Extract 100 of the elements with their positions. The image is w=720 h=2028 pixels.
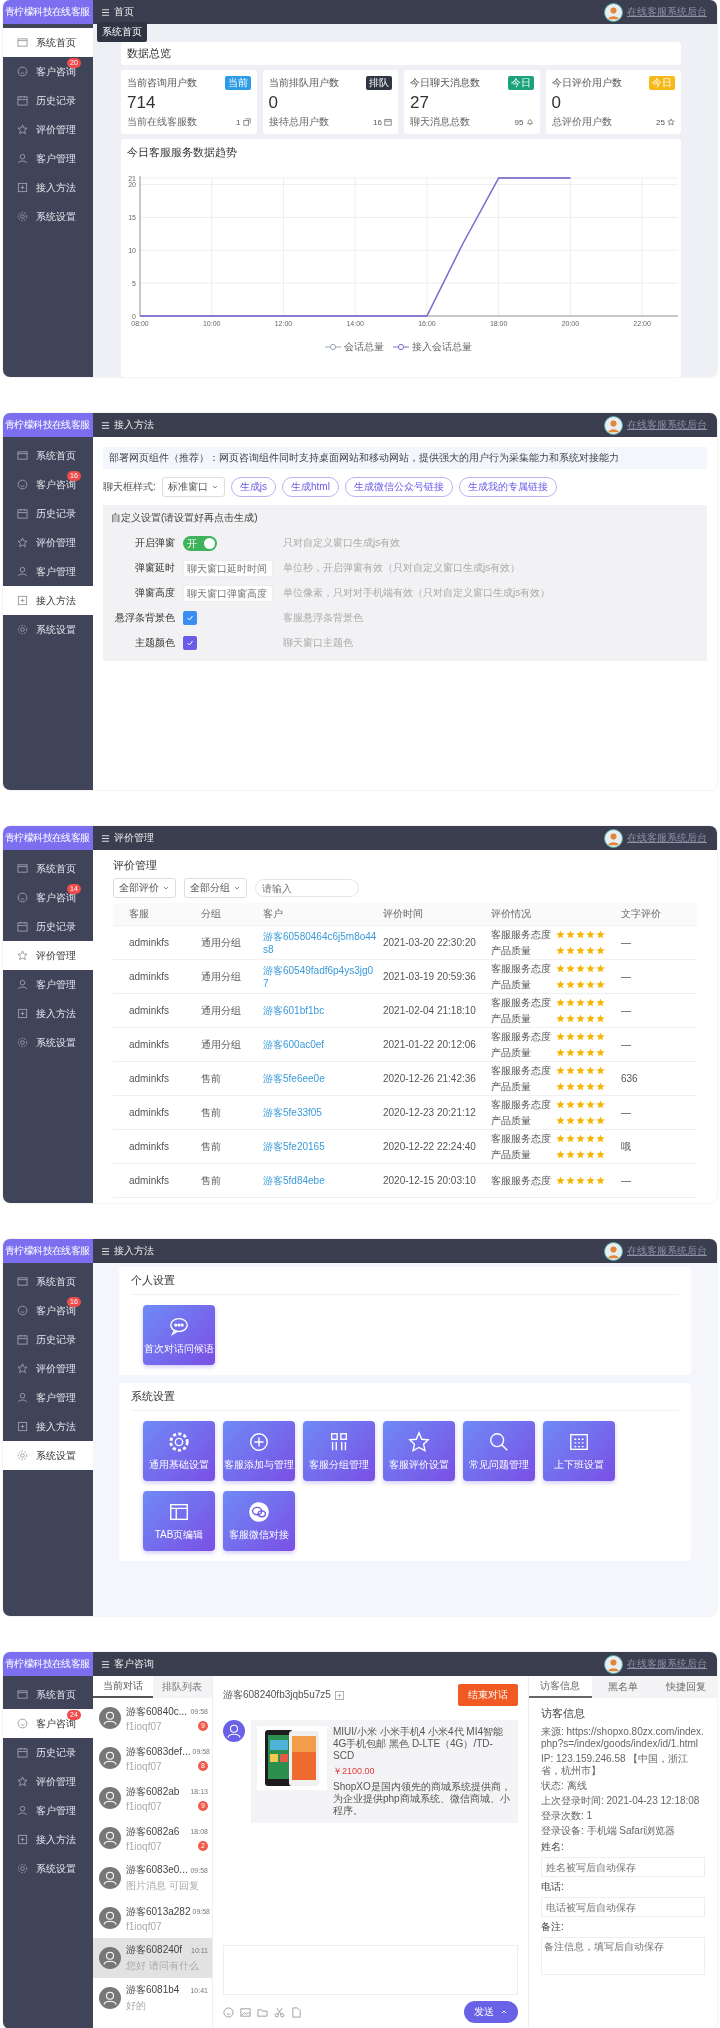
app-title: 青柠檬科技在线客服 xyxy=(3,0,93,24)
stat-value: 714 xyxy=(127,93,157,113)
table-cell-text: 售前 xyxy=(201,1139,222,1154)
info-line: 登录设备: 手机端 Safari浏览器 xyxy=(541,1825,677,1837)
table-cell-text: 2021-03-20 22:30:20 xyxy=(383,937,477,948)
visitor-name: 游客6081b4 xyxy=(126,1983,180,1997)
stat-footer-value: 25 xyxy=(656,117,665,127)
table-cell-text: — xyxy=(621,971,632,982)
section-title: 系统设置 xyxy=(131,1389,679,1411)
info-line: 登录次数: 1 xyxy=(541,1810,594,1822)
field-label: 主题颜色 xyxy=(134,636,175,650)
rating-label: 客服服务态度 xyxy=(491,995,552,1010)
field-label: 姓名: xyxy=(541,1840,565,1854)
table-cell-text: — xyxy=(621,1107,632,1118)
legend-label: 会话总量 xyxy=(343,340,384,354)
stat-value: 0 xyxy=(551,93,562,113)
info-line: 来源: https://shopxo.80zx.com/index.php?s=/index/goods/index/id/1.html xyxy=(541,1726,705,1750)
stat-tag: 今日 xyxy=(507,76,534,90)
table-cell-text: 通用分组 xyxy=(201,969,242,984)
field-label: 电话: xyxy=(541,1880,565,1894)
stat-footer-label: 接待总用户数 xyxy=(268,115,329,129)
column-header: 文字评价 xyxy=(621,907,662,921)
table-cell-text: — xyxy=(621,1005,632,1016)
rating-label: 产品质量 xyxy=(491,977,532,992)
rating-label: 产品质量 xyxy=(491,1045,532,1060)
page-title: 评价管理 xyxy=(113,858,158,873)
product-title: MIUI/小米 小米手机4 小米4代 MI4智能4G手机包邮 黑色 D-LTE（4G）/TD-SCD xyxy=(333,1726,504,1762)
stat-value: 27 xyxy=(410,93,430,113)
app-title: 青柠檬科技在线客服 xyxy=(3,826,93,850)
rating-label: 产品质量 xyxy=(491,1147,532,1162)
table-cell-text: adminkfs xyxy=(129,1073,170,1084)
panel-title: 自定义设置(请设置好再点击生成) xyxy=(111,511,259,525)
message-preview: f1ioqf07 xyxy=(126,1720,162,1732)
table-cell-text: 通用分组 xyxy=(201,1037,242,1052)
section-title: 个人设置 xyxy=(131,1273,679,1295)
table-cell-text: 2020-12-15 20:03:10 xyxy=(383,1175,477,1186)
column-header: 客服 xyxy=(129,907,150,921)
table-cell-text: adminkfs xyxy=(129,1107,170,1118)
visitor-name: 游客60840c... xyxy=(126,1704,188,1719)
field-label: 开启弹窗 xyxy=(134,536,175,550)
section-title: 数据总览 xyxy=(121,42,681,65)
breadcrumb: 评价管理 xyxy=(114,831,154,845)
stat-label: 当前咨询用户数 xyxy=(127,76,197,90)
info-line: 状态: 离线 xyxy=(541,1780,588,1792)
section-title: 访客信息 xyxy=(541,1706,586,1721)
message-preview: f1ioqf07 xyxy=(126,1800,162,1812)
field-label: 备注: xyxy=(541,1920,565,1934)
stat-footer-label: 聊天消息总数 xyxy=(410,115,470,129)
table-cell-text: 通用分组 xyxy=(201,935,242,950)
stat-label: 今日评价用户数 xyxy=(551,76,622,90)
rating-label: 产品质量 xyxy=(491,1113,532,1128)
stat-label: 今日聊天消息数 xyxy=(410,76,480,90)
column-header: 评价时间 xyxy=(383,907,424,921)
notice-text: 部署网页组件（推荐）：网页咨询组件同时支持桌面网站和移动网站，提供强大的用户行为采集能力和系统对接能力 xyxy=(103,447,707,469)
table-cell-text: 2020-12-22 22:24:40 xyxy=(383,1141,477,1152)
visitor-name: 游客6083def... xyxy=(126,1744,191,1759)
table-cell-text: — xyxy=(621,937,632,948)
table-cell-text: 通用分组 xyxy=(201,1003,242,1018)
message-preview: 好的 xyxy=(126,1999,146,2013)
visitor-name: 游客6013a282 xyxy=(126,1904,191,1919)
stat-value: 0 xyxy=(268,93,279,113)
table-cell-text: adminkfs xyxy=(129,937,170,948)
visitor-name: 游客608240fb3jqb5u7z5 xyxy=(223,1688,331,1702)
column-header: 分组 xyxy=(201,907,222,921)
tooltip: 系统首页 xyxy=(97,22,147,42)
hint-text: 客服悬浮条背景色 xyxy=(283,611,363,625)
rating-label: 客服服务态度 xyxy=(491,1029,552,1044)
table-cell-text: — xyxy=(621,1039,632,1050)
column-header: 客户 xyxy=(263,907,284,921)
rating-label: 产品质量 xyxy=(491,1079,532,1094)
table-cell-text: 2021-02-04 21:18:10 xyxy=(383,1005,477,1016)
rating-label: 客服服务态度 xyxy=(491,1173,552,1188)
table-cell-text: 2021-03-19 20:59:36 xyxy=(383,971,477,982)
breadcrumb: 接入方法 xyxy=(114,418,154,432)
table-cell-text: 2020-12-23 20:21:12 xyxy=(383,1107,477,1118)
message-preview: f1ioqf07 xyxy=(126,1760,162,1772)
table-cell-text: adminkfs xyxy=(129,1039,170,1050)
hint-text: 聊天窗口主题色 xyxy=(283,636,353,650)
stat-footer-label: 总评价用户数 xyxy=(551,115,612,129)
stat-footer-value: 16 xyxy=(373,117,382,127)
table-cell-text: 哦 xyxy=(621,1139,632,1154)
rating-label: 客服服务态度 xyxy=(491,1131,552,1146)
rating-label: 客服服务态度 xyxy=(491,1063,552,1078)
visitor-name: 游客6083e0... xyxy=(126,1863,188,1877)
message-preview: f1ioqf07 xyxy=(126,1920,162,1932)
table-cell-text: — xyxy=(621,1175,632,1186)
chart-title: 今日客服服务数据趋势 xyxy=(127,145,238,160)
table-cell-text: 售前 xyxy=(201,1071,222,1086)
table-cell-text: 636 xyxy=(621,1073,639,1084)
info-line: IP: 123.159.246.58 【中国，浙江省，杭州市】 xyxy=(541,1753,690,1777)
breadcrumb: 首页 xyxy=(114,5,134,19)
table-cell-text: adminkfs xyxy=(129,1141,170,1152)
stat-tag: 当前 xyxy=(224,76,251,90)
message-preview: 图片消息 可回复 xyxy=(126,1879,199,1893)
table-cell-text: adminkfs xyxy=(129,1005,170,1016)
table-cell-text: 2021-01-22 20:12:06 xyxy=(383,1039,477,1050)
message-preview: f1ioqf07 xyxy=(126,1840,162,1852)
hint-text: 单位像素，只对对手机端有效（只对自定义窗口生成js有效） xyxy=(283,586,551,600)
legend-label: 接入会话总量 xyxy=(411,340,472,354)
hint-text: 只对自定义窗口生成js有效 xyxy=(283,536,401,550)
